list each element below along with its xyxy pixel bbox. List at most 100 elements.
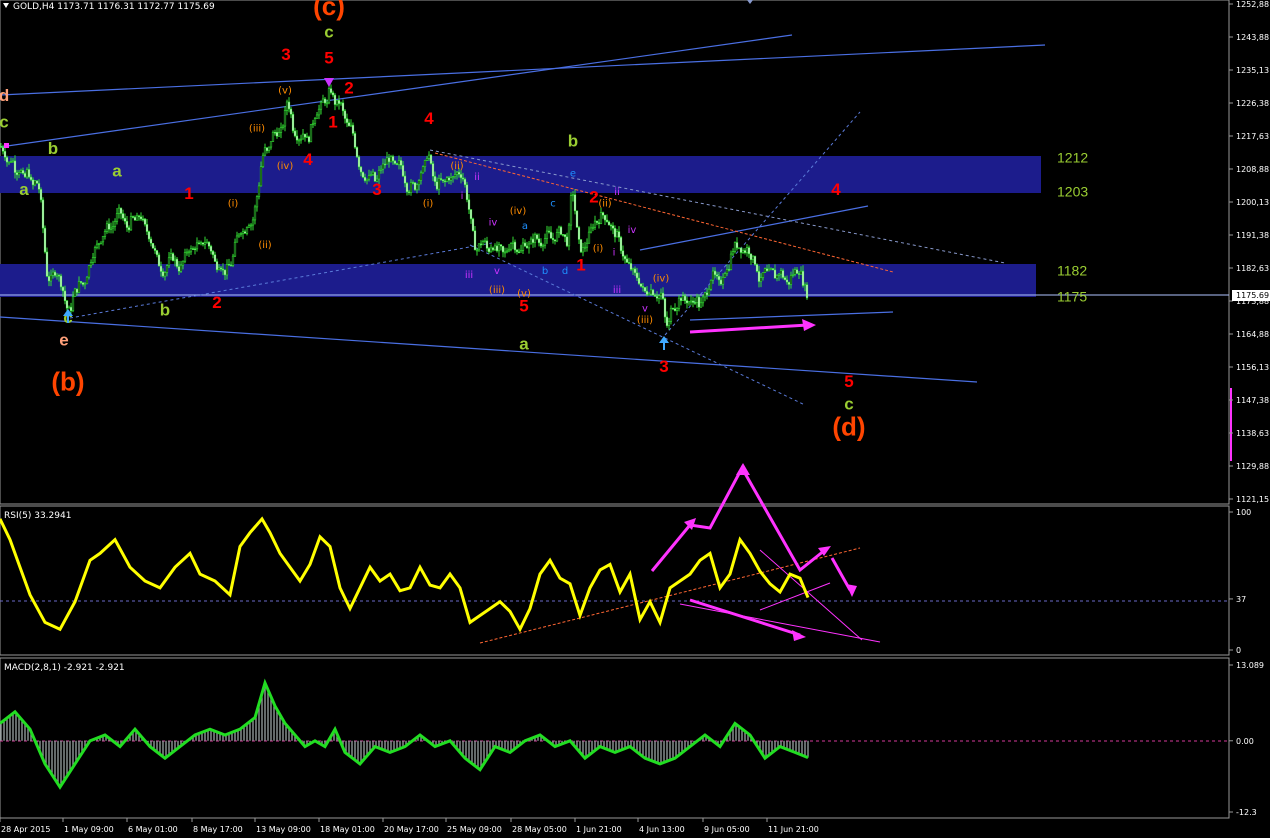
scale-marker-icon [1230,388,1232,461]
minor-wave-label: iv [628,225,637,236]
candle-body [85,276,89,285]
candle-body [203,242,207,245]
candle-body [285,101,289,111]
time-tick-label: 18 May 01:00 [320,825,375,834]
candle-body [163,272,167,277]
minor-wave-label: ii [614,187,620,198]
candle-body [527,243,531,249]
candle-body [97,243,101,245]
price-tick-label: 1156,13 [1236,363,1269,372]
candle-body [695,296,699,303]
candle-body [77,281,81,293]
candle-body [25,169,29,178]
candle-body [647,293,651,296]
candle-body [189,248,193,253]
candle-body [571,194,575,197]
candle-body [53,271,57,276]
candle-body [433,176,437,183]
candle-body [653,294,657,297]
candle-body [553,239,557,242]
candle-body [599,212,603,224]
candle-body [585,242,589,248]
candle-body [117,207,121,214]
minor-wave-label: iii [465,270,473,281]
price-tick-label: 1121,15 [1236,495,1269,504]
candle-body [175,258,179,267]
candle-body [783,277,787,281]
candle-body [341,102,345,112]
candle-body [199,242,203,245]
candle-body [587,231,591,244]
candle-body [565,236,569,247]
candle-body [605,219,609,223]
candle-body [557,226,561,233]
price-tick-label: 1147,38 [1236,396,1269,405]
candle-body [345,118,349,123]
candle-body [27,169,31,178]
candle-body [611,225,615,229]
wave-label: 2 [589,188,598,207]
candle-body [763,268,767,273]
candle-body [17,172,21,176]
candle-body [337,100,341,105]
candle-body [621,250,625,257]
candle-body [187,251,191,254]
candle-body [805,284,809,299]
candle-body [423,159,427,168]
candle-body [705,292,709,296]
candle-body [541,244,545,247]
candle-body [401,165,405,177]
candle-body [297,139,301,142]
candle-body [567,224,571,247]
candle-body [663,298,667,318]
time-tick-label: 13 May 09:00 [256,825,311,834]
candle-body [91,257,95,263]
candle-body [347,122,351,127]
candle-body [119,207,123,214]
wave-label: 1 [184,184,193,203]
candle-body [265,147,269,152]
candle-body [127,227,131,231]
candle-body [775,275,779,279]
candle-body [343,110,347,119]
chart-background [0,0,1270,838]
price-title: GOLD,H4 1173.71 1176.31 1172.77 1175.69 [13,2,215,12]
candle-body [771,268,775,271]
time-tick-label: 11 Jun 21:00 [768,825,819,834]
candle-body [499,244,503,247]
candle-body [349,124,353,127]
candle-body [473,230,477,251]
candle-body [281,125,285,128]
candle-body [479,243,483,246]
candle-body [555,232,559,242]
candle-body [589,227,593,233]
candle-body [179,264,183,272]
wave-label: b [48,139,58,158]
candle-body [339,102,343,105]
candle-body [773,269,777,279]
candle-body [47,275,51,282]
candle-body [531,238,535,243]
candle-body [107,223,111,230]
candle-body [267,146,271,152]
candle-body [543,238,547,246]
candle-body [259,166,263,187]
candle-body [185,251,189,254]
wave-label: a [19,180,29,199]
candle-body [607,221,611,226]
candle-body [191,248,195,250]
minor-wave-label: (ii) [258,240,271,251]
minor-wave-label: a [522,221,528,232]
candle-body [19,169,23,173]
candle-body [357,156,361,168]
candle-body [765,268,769,272]
wave-label: (c) [313,0,345,21]
candle-body [709,279,713,290]
candle-body [101,235,105,243]
candle-body [785,279,789,283]
candle-body [195,242,199,250]
candle-body [313,118,317,124]
candle-body [743,250,747,254]
candle-body [413,182,417,191]
candle-body [737,247,741,250]
